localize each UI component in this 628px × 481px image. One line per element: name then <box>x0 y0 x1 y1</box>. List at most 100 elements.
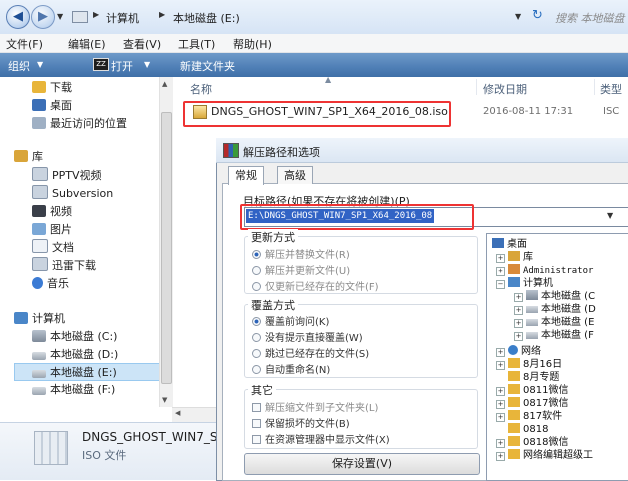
nav-item-libraries[interactable]: 库 <box>14 148 43 166</box>
tree-node-folder[interactable]: +0811微信 <box>496 384 568 397</box>
checkbox-show-in-explorer[interactable]: 在资源管理器中显示文件(X) <box>252 431 390 446</box>
nav-item-computer[interactable]: 计算机 <box>14 310 65 328</box>
column-divider[interactable] <box>594 79 595 95</box>
expand-icon[interactable]: + <box>514 306 523 315</box>
hard-drive-icon <box>32 387 46 395</box>
tree-node-folder[interactable]: 0818 <box>508 423 548 436</box>
nav-item-desktop[interactable]: 桌面 <box>32 97 72 115</box>
tree-node-folder[interactable]: 8月专题 <box>508 371 559 384</box>
menu-file[interactable]: 文件(F) <box>6 36 43 52</box>
tree-node-network[interactable]: + 网络 <box>496 345 541 358</box>
menu-help[interactable]: 帮助(H) <box>233 36 272 52</box>
expand-icon[interactable]: + <box>496 400 505 409</box>
overwrite-mode-title: 覆盖方式 <box>248 297 298 313</box>
tree-node-desktop[interactable]: 桌面 <box>492 238 527 251</box>
update-mode-title: 更新方式 <box>248 229 298 245</box>
tree-node-drive-c[interactable]: + 本地磁盘 (C <box>514 290 595 303</box>
expand-icon[interactable]: + <box>496 254 505 263</box>
library-icon <box>508 251 520 261</box>
expand-icon[interactable]: + <box>514 332 523 341</box>
refresh-icon[interactable]: ↻ <box>532 8 543 23</box>
expand-icon[interactable]: + <box>496 452 505 461</box>
expand-icon[interactable]: + <box>496 439 505 448</box>
breadcrumb-separator-icon: ▶ <box>93 10 100 19</box>
nav-item-subversion[interactable]: Subversion <box>32 185 113 203</box>
open-dropdown-icon[interactable]: ▼ <box>144 60 150 69</box>
radio-skip-existing[interactable]: 跳过已经存在的文件(S) <box>252 345 369 360</box>
other-options-title: 其它 <box>248 382 276 398</box>
library-icon <box>14 150 28 162</box>
tree-node-folder[interactable]: +8月16日 <box>496 358 562 371</box>
expand-icon[interactable]: + <box>496 413 505 422</box>
radio-extract-replace[interactable]: 解压并替换文件(R) <box>252 246 350 261</box>
expand-icon[interactable]: + <box>496 361 505 370</box>
nav-item-pictures[interactable]: 图片 <box>32 221 72 239</box>
tree-node-computer[interactable]: − 计算机 <box>496 277 553 290</box>
nav-item-drive-f[interactable]: 本地磁盘 (F:) <box>32 381 115 399</box>
search-input[interactable]: 搜索 本地磁盘 <box>555 10 625 26</box>
scroll-down-icon[interactable]: ▼ <box>162 396 167 404</box>
expand-icon[interactable]: + <box>496 348 505 357</box>
nav-item-documents[interactable]: 文档 <box>32 239 74 257</box>
tab-advanced[interactable]: 高级 <box>277 166 313 184</box>
scroll-left-icon[interactable]: ◀ <box>175 409 180 417</box>
radio-auto-rename[interactable]: 自动重命名(N) <box>252 361 330 376</box>
forward-button[interactable]: ▶ <box>31 5 55 29</box>
tab-general[interactable]: 常规 <box>228 166 264 185</box>
library-folder-icon <box>32 167 48 181</box>
organize-dropdown-icon[interactable]: ▼ <box>37 60 43 69</box>
tree-node-administrator[interactable]: + Administrator <box>496 264 593 278</box>
save-settings-button[interactable]: 保存设置(V) <box>244 453 480 475</box>
music-library-icon <box>32 277 43 289</box>
tree-node-folder[interactable]: + 网络编辑超级工 <box>496 449 593 462</box>
column-header-date[interactable]: 修改日期 <box>483 81 527 97</box>
radio-extract-update[interactable]: 解压并更新文件(U) <box>252 262 350 277</box>
scroll-up-icon[interactable]: ▲ <box>162 80 167 88</box>
tree-node-folder[interactable]: +0817微信 <box>496 397 568 410</box>
expand-icon[interactable]: + <box>496 267 505 276</box>
tree-node-folder[interactable]: +0818微信 <box>496 436 568 449</box>
network-icon <box>508 345 518 355</box>
radio-ask-before-overwrite[interactable]: 覆盖前询问(K) <box>252 313 329 328</box>
nav-item-xunlei-downloads[interactable]: 迅雷下载 <box>32 257 96 275</box>
tree-node-libraries[interactable]: + 库 <box>496 251 533 264</box>
tree-node-folder[interactable]: +817软件 <box>496 410 562 423</box>
address-dropdown-icon[interactable]: ▼ <box>515 12 521 21</box>
history-dropdown-icon[interactable]: ▼ <box>57 12 63 21</box>
breadcrumb-computer[interactable]: 计算机 <box>106 10 139 26</box>
menu-tools[interactable]: 工具(T) <box>178 36 215 52</box>
checkbox-keep-broken-files[interactable]: 保留损坏的文件(B) <box>252 415 350 430</box>
column-header-name[interactable]: 名称 <box>190 81 212 97</box>
expand-icon[interactable]: + <box>496 387 505 396</box>
nav-item-drive-c[interactable]: 本地磁盘 (C:) <box>32 328 117 346</box>
tree-node-drive-d[interactable]: + 本地磁盘 (D <box>514 303 596 316</box>
tree-node-drive-e[interactable]: + 本地磁盘 (E <box>514 316 594 329</box>
expand-icon[interactable]: + <box>514 319 523 328</box>
radio-update-existing[interactable]: 仅更新已经存在的文件(F) <box>252 278 379 293</box>
expand-icon[interactable]: + <box>514 293 523 302</box>
back-button[interactable]: ◀ <box>6 5 30 29</box>
new-folder-button[interactable]: 新建文件夹 <box>180 58 235 74</box>
hard-drive-icon <box>526 306 538 313</box>
nav-item-pptv[interactable]: PPTV视频 <box>32 167 102 185</box>
column-divider[interactable] <box>476 79 477 95</box>
path-dropdown-icon[interactable]: ▼ <box>607 211 613 220</box>
nav-item-drive-d[interactable]: 本地磁盘 (D:) <box>32 346 118 364</box>
organize-button[interactable]: 组织 <box>8 58 30 74</box>
nav-scrollbar-thumb[interactable] <box>161 112 172 384</box>
nav-item-downloads[interactable]: 下载 <box>32 79 72 97</box>
menu-view[interactable]: 查看(V) <box>123 36 161 52</box>
nav-item-videos[interactable]: 视频 <box>32 203 72 221</box>
nav-item-drive-e[interactable]: 本地磁盘 (E:) <box>14 363 164 381</box>
nav-item-music[interactable]: 音乐 <box>32 275 69 293</box>
open-button[interactable]: 打开 <box>111 58 133 74</box>
column-header-type[interactable]: 类型 <box>600 81 622 97</box>
checkbox-extract-to-subfolder[interactable]: 解压缩文件到子文件夹(L) <box>252 399 378 414</box>
collapse-icon[interactable]: − <box>496 280 505 289</box>
menu-edit[interactable]: 编辑(E) <box>68 36 106 52</box>
nav-item-recent-places[interactable]: 最近访问的位置 <box>32 115 127 133</box>
breadcrumb-drive-e[interactable]: 本地磁盘 (E:) <box>173 10 240 26</box>
checkbox-icon <box>252 403 261 412</box>
tree-node-drive-f[interactable]: + 本地磁盘 (F <box>514 329 594 342</box>
radio-overwrite-without-prompt[interactable]: 没有提示直接覆盖(W) <box>252 329 363 344</box>
